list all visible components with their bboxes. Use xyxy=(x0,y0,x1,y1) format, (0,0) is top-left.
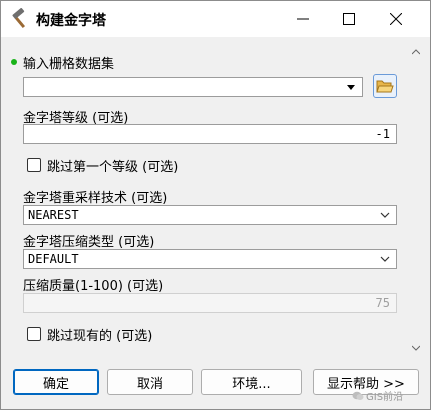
minimize-button[interactable] xyxy=(280,1,326,37)
skip-existing-label: 跳过现有的 (可选) xyxy=(47,329,153,344)
input-raster-combo[interactable] xyxy=(23,77,363,97)
quality-label: 压缩质量(1-100) (可选) xyxy=(23,279,164,294)
skip-existing-checkbox[interactable] xyxy=(27,327,41,341)
open-folder-icon xyxy=(376,80,394,93)
quality-value: 75 xyxy=(375,296,390,310)
ok-button[interactable]: 确定 xyxy=(13,369,99,395)
skip-first-label: 跳过第一个等级 (可选) xyxy=(47,160,179,175)
watermark-text: GIS前沿 xyxy=(366,392,404,403)
hammer-icon xyxy=(12,8,26,29)
resample-label: 金字塔重采样技术 (可选) xyxy=(23,191,168,206)
parameters-panel: 输入栅格数据集 金字塔等级 (可选) -1 跳过第一个等级 (可选) 金字塔重采… xyxy=(9,45,409,355)
resample-value: NEAREST xyxy=(28,208,79,222)
dropdown-arrow-icon xyxy=(347,85,355,90)
cancel-button[interactable]: 取消 xyxy=(107,369,193,395)
pyramid-levels-input[interactable]: -1 xyxy=(23,124,397,144)
pyramid-levels-value: -1 xyxy=(375,127,390,141)
maximize-button[interactable] xyxy=(326,1,372,37)
chevron-down-icon xyxy=(380,212,390,218)
scroll-down-button[interactable] xyxy=(409,341,423,355)
required-indicator-icon xyxy=(11,59,17,65)
compress-type-select[interactable]: DEFAULT xyxy=(23,249,397,269)
input-raster-label: 输入栅格数据集 xyxy=(23,57,115,72)
wechat-icon xyxy=(352,391,364,400)
minimize-icon xyxy=(297,18,309,20)
environments-button[interactable]: 环境... xyxy=(201,369,302,395)
compress-type-value: DEFAULT xyxy=(28,252,79,266)
chevron-down-icon xyxy=(380,256,390,262)
close-icon xyxy=(390,13,402,25)
chevron-up-icon xyxy=(412,49,420,55)
window-title: 构建金字塔 xyxy=(36,13,106,29)
close-button[interactable] xyxy=(373,1,419,37)
vertical-scrollbar[interactable] xyxy=(409,45,423,355)
maximize-icon xyxy=(343,13,355,25)
resample-select[interactable]: NEAREST xyxy=(23,205,397,225)
watermark: GIS前沿 xyxy=(352,388,403,403)
skip-first-checkbox[interactable] xyxy=(27,158,41,172)
title-bar: 构建金字塔 xyxy=(1,1,430,37)
dialog-window: 构建金字塔 输入栅格数据集 金字塔等级 (可选) -1 跳过第一个等级 (可选)… xyxy=(0,0,431,410)
quality-input[interactable]: 75 xyxy=(23,293,397,313)
scroll-up-button[interactable] xyxy=(409,45,423,59)
chevron-down-icon xyxy=(412,345,420,351)
compress-type-label: 金字塔压缩类型 (可选) xyxy=(23,235,155,250)
browse-button[interactable] xyxy=(373,74,397,98)
